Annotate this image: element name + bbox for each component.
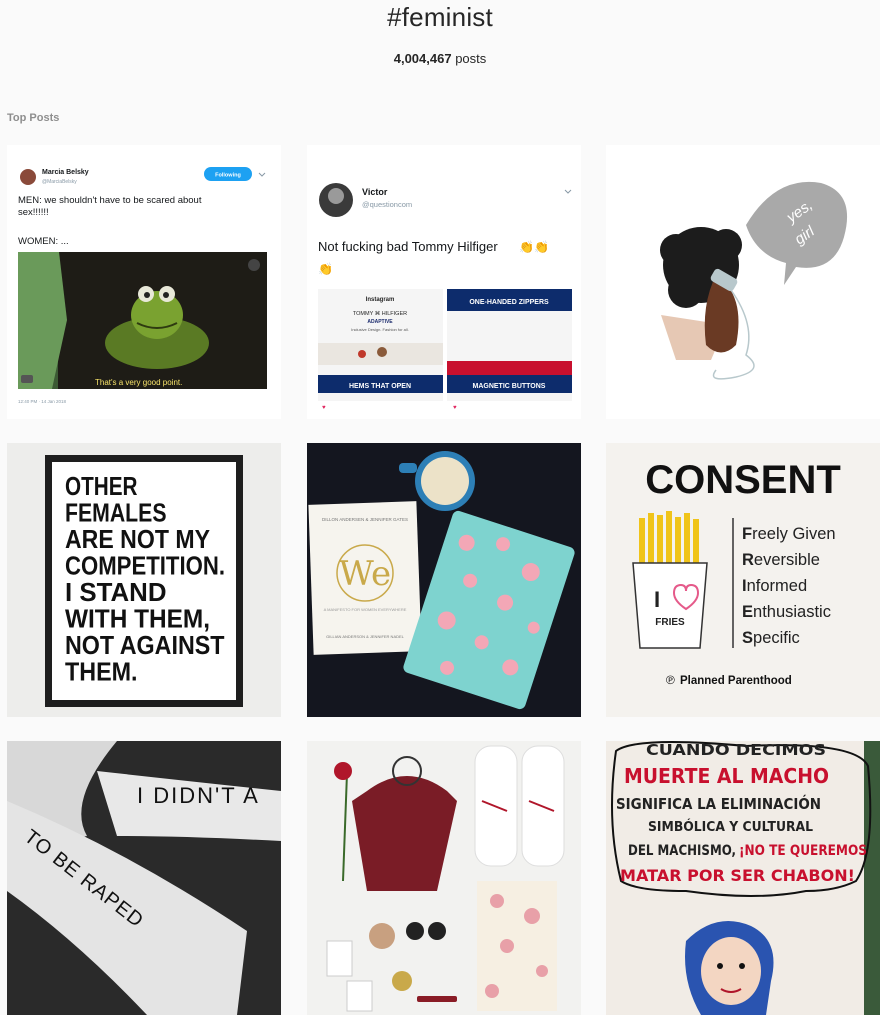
consent-title: CONSENT [645, 458, 841, 502]
post-tile-1[interactable]: Marcia Belsky @MarciaBelsky Following ME… [7, 145, 281, 419]
book-and-notebook-photo: DILLON ANDERSEN & JENNIFER GATES We A MA… [307, 443, 581, 717]
tweet-author: Marcia Belsky [42, 169, 89, 176]
gif-icon [21, 375, 33, 383]
sign-line: SIMBÓLICA Y CULTURAL [648, 819, 813, 835]
consent-initial: F [742, 525, 752, 543]
tweet-line-1: MEN: we shouldn't have to be scared abou… [18, 195, 202, 206]
planned-parenthood-logo-icon: ℗ [666, 673, 675, 687]
rose [334, 762, 352, 780]
consent-word: nthusiastic [753, 603, 831, 621]
carton-letter: I [654, 587, 660, 612]
book-title: We [339, 554, 391, 594]
framed-quote-poster: OTHERFEMALESARE NOT MYCOMPETITION.I STAN… [7, 443, 281, 717]
sunglasses [406, 922, 424, 940]
phone-call-illustration: yes, girl [606, 145, 880, 419]
fries-icon: I FRIES [632, 511, 708, 649]
drawn-face [701, 937, 761, 1005]
post-tile-3[interactable]: yes, girl [606, 145, 880, 419]
consent-item: Reversible [742, 551, 820, 569]
clap-emoji: 👏 [318, 262, 333, 276]
poster-line: OTHER [65, 471, 138, 501]
embedded-brand: TOMMY ⌘ HILFIGER [353, 310, 407, 317]
tweet-screenshot-image: Victor @questioncom Not fucking bad Tomm… [307, 145, 581, 419]
post-tile-9[interactable]: CUANDO DECIMOS MUERTE AL MACHO SIGNIFICA L… [606, 741, 880, 1015]
consent-word: nformed [747, 577, 808, 595]
post-tile-7[interactable]: I DIDN'T A TO BE RAPED [7, 741, 281, 1015]
polaroid-photo [326, 940, 353, 977]
tweet-handle: @questioncom [362, 200, 412, 209]
consent-word: eversible [754, 551, 820, 569]
poster-line: ARE NOT MY [65, 524, 210, 554]
post-count: 4,004,467 posts [0, 51, 880, 66]
arm-text-1: I DIDN'T A [137, 783, 260, 808]
post-count-number: 4,004,467 [393, 51, 452, 66]
tweet-text: Not fucking bad Tommy Hilfiger [318, 239, 498, 254]
arm-writing-photo: I DIDN'T A TO BE RAPED [7, 741, 281, 1015]
poster-line: NOT AGAINST [65, 630, 225, 660]
protest-sign-photo: CUANDO DECIMOS MUERTE AL MACHO SIGNIFICA L… [606, 741, 880, 1015]
book-footer: GILLIAN ANDERSON & JENNIFER NADEL [326, 634, 405, 639]
embedded-banner: HEMS THAT OPEN [349, 383, 411, 390]
top-posts-heading: Top Posts [7, 112, 60, 124]
tweet-line-2: sex!!!!!! [18, 207, 49, 218]
sign-line: MUERTE AL MACHO [624, 764, 829, 788]
post-tile-6[interactable]: CONSENT I FRIES Freely Given Reversible In… [606, 443, 880, 717]
consent-infographic: CONSENT I FRIES Freely Given Reversible In… [606, 443, 880, 717]
book-subtitle: A MANIFESTO FOR WOMEN EVERYWHERE [324, 607, 407, 612]
consent-initial: E [742, 603, 753, 621]
planned-parenthood-brand: Planned Parenthood [680, 675, 792, 687]
avatar [20, 169, 36, 185]
embedded-brand-desc: Inclusive Design. Fashion for all. [351, 327, 409, 332]
post-tile-8[interactable] [307, 741, 581, 1015]
sign-line: MATAR POR SER CHABON! [620, 866, 855, 885]
sign-line: DEL MACHISMO, [628, 843, 736, 859]
embedded-banner: ONE-HANDED ZIPPERS [469, 299, 549, 306]
fashion-flatlay-photo [307, 741, 581, 1015]
tweet-time: 12:40 PM · 14 Jan 2018 [18, 399, 67, 404]
tweet-line-3: WOMEN: ... [18, 236, 69, 247]
poster-line: FEMALES [65, 498, 167, 528]
lipstick [417, 996, 457, 1002]
poster-line: WITH THEM, [65, 604, 210, 634]
consent-item: Freely Given [742, 525, 836, 543]
post-count-label: posts [451, 51, 487, 66]
consent-word: pecific [753, 629, 800, 647]
consent-initial: S [742, 629, 753, 647]
poster-line: THEM. [65, 657, 138, 687]
heart-icon: ♥ [322, 405, 326, 411]
hashtag-title: #feminist [387, 2, 493, 32]
clap-emoji: 👏👏 [519, 240, 549, 254]
poster-line: COMPETITION. [65, 551, 225, 581]
consent-item: Specific [742, 629, 800, 647]
post-tile-4[interactable]: OTHER FEMALES ARE NOT MY COMPETITION. I STAN… [7, 443, 281, 717]
tweet-screenshot-image: Marcia Belsky @MarciaBelsky Following ME… [7, 145, 281, 419]
embedded-brand-sub: ADAPTIVE [367, 319, 393, 325]
post-tile-2[interactable]: Victor @questioncom Not fucking bad Tomm… [307, 145, 581, 419]
heart-icon: ♥ [453, 405, 457, 411]
embedded-banner: MAGNETIC BUTTONS [473, 383, 546, 390]
sign-line: ¡NO TE QUEREMOS [739, 843, 867, 859]
consent-initial: R [742, 551, 754, 569]
sign-line: CUANDO DECIMOS [646, 741, 826, 759]
following-badge-label: Following [215, 173, 241, 179]
embedded-app-title: Instagram [366, 297, 395, 303]
bracelet [392, 971, 412, 991]
tweet-author: Victor [362, 187, 388, 197]
carton-text: FRIES [655, 617, 685, 628]
gif-caption: That's a very good point. [95, 378, 182, 387]
consent-item: Enthusiastic [742, 603, 831, 621]
consent-word: reely Given [752, 525, 835, 543]
sign-line: SIGNIFICA LA ELIMINACIÓN [616, 794, 821, 813]
poster-line: I STAND [65, 577, 167, 607]
consent-item: Informed [742, 577, 807, 595]
post-tile-5[interactable]: DILLON ANDERSEN & JENNIFER GATES We A MA… [307, 443, 581, 717]
compact-mirror [369, 923, 395, 949]
tweet-handle: @MarciaBelsky [42, 179, 77, 185]
book-author: DILLON ANDERSEN & JENNIFER GATES [322, 517, 408, 522]
